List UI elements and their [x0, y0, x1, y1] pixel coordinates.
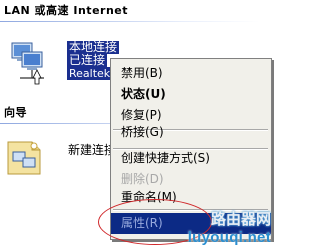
watermark-url: luyouqi.net — [187, 229, 271, 246]
menu-item-status[interactable]: 状态(U) — [111, 84, 271, 105]
menu-item-bridge[interactable]: 桥接(G) — [111, 122, 271, 143]
watermark: 路由器网 luyouqi.net — [188, 208, 271, 246]
connection-status: 已连接 — [67, 53, 108, 67]
watermark-title: 路由器网 — [210, 211, 271, 228]
connection-adapter: Realtek — [67, 67, 113, 80]
new-connection-label[interactable]: 新建连接 — [68, 141, 116, 158]
lan-section-header: LAN 或高速 Internet — [4, 4, 129, 17]
menu-item-disable[interactable]: 禁用(B) — [111, 63, 271, 84]
new-connection-wizard-icon[interactable] — [4, 134, 48, 178]
menu-item-create-shortcut[interactable]: 创建快捷方式(S) — [111, 148, 271, 169]
lan-section-divider — [0, 21, 260, 22]
network-connection-icon[interactable] — [6, 40, 62, 86]
